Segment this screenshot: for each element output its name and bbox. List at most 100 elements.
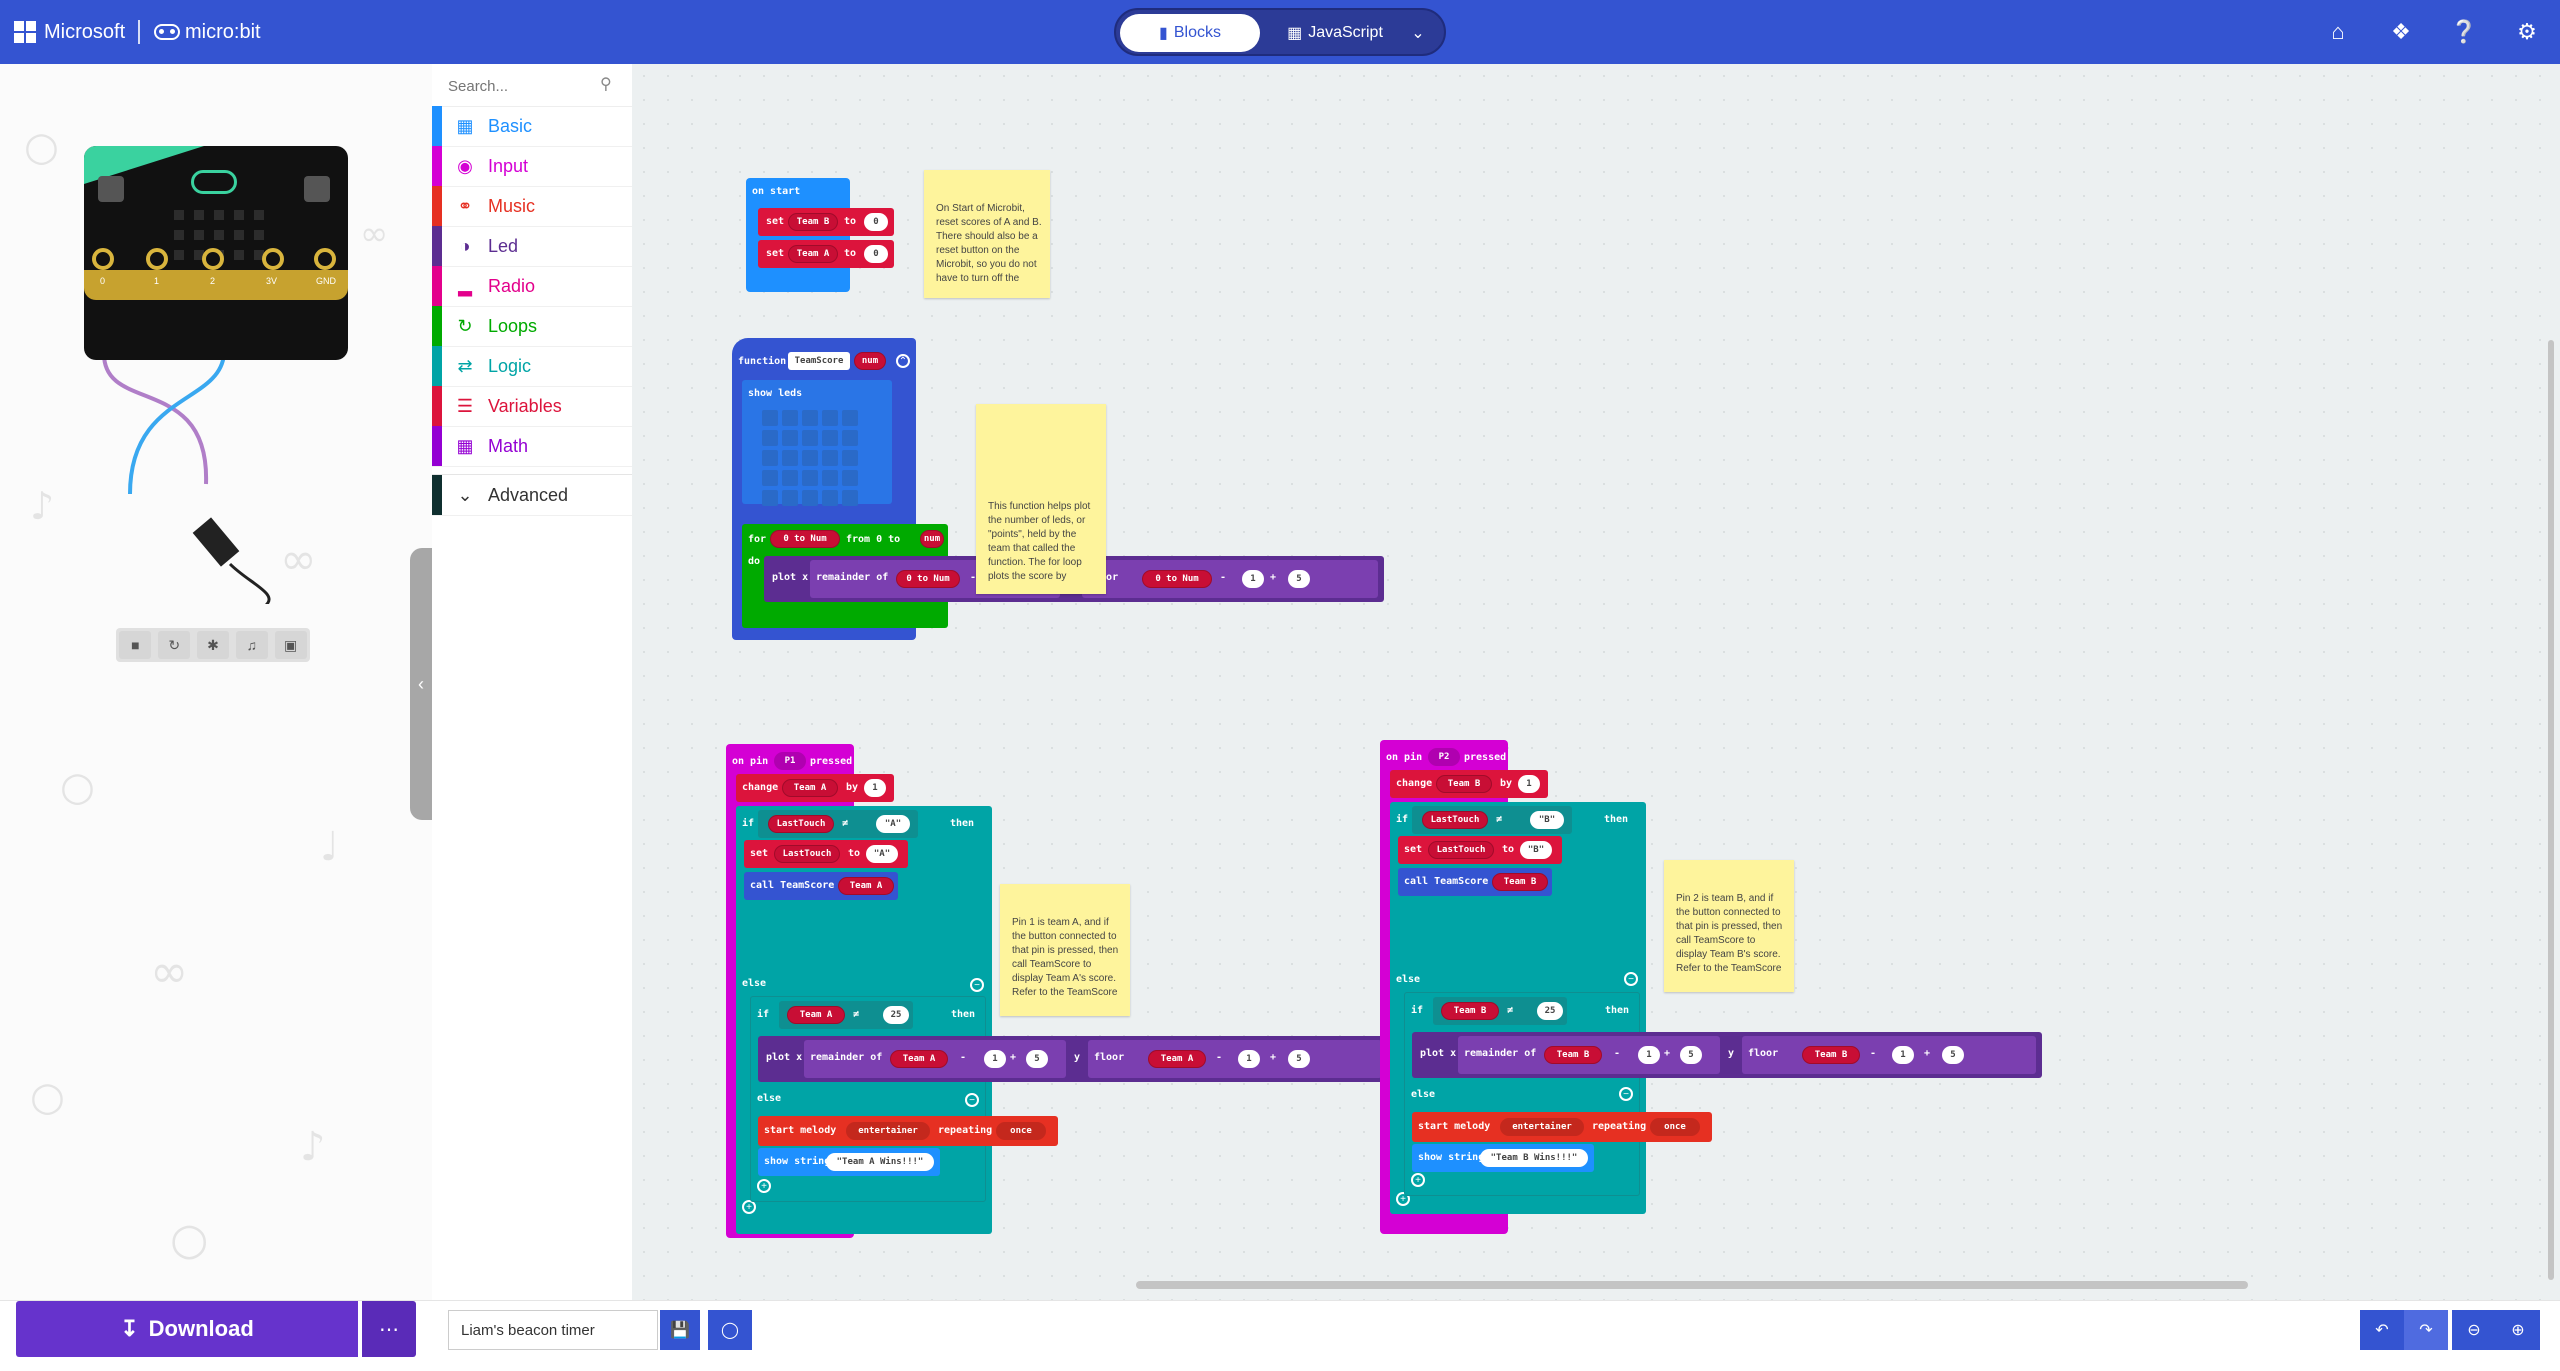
number-input[interactable]: 5 — [1288, 1050, 1310, 1068]
start-melody-block[interactable]: start melody entertainer repeating once — [758, 1116, 1058, 1146]
number-input[interactable]: 5 — [1288, 570, 1310, 588]
floor-block[interactable]: floor Team B - 1 + 5 — [1742, 1036, 2036, 1074]
number-input[interactable]: 1 — [1242, 570, 1264, 588]
pin-3v[interactable] — [262, 248, 284, 270]
add-else-icon[interactable]: + — [742, 1200, 756, 1214]
variable-dropdown[interactable]: LastTouch — [1422, 811, 1488, 829]
function-name-input[interactable]: TeamScore — [788, 352, 850, 370]
variable-dropdown[interactable]: Team B — [1492, 873, 1548, 891]
set-lasttouch-block[interactable]: set LastTouch to "A" — [744, 840, 908, 868]
plot-block[interactable]: plot x remainder of Team B - 1 + 5 y flo… — [1412, 1032, 2042, 1078]
language-dropdown-button[interactable]: ⌄ — [1400, 14, 1436, 52]
set-lasttouch-block[interactable]: set LastTouch to "B" — [1398, 836, 1562, 864]
toolbox-category-radio[interactable]: ▂ Radio — [432, 266, 632, 307]
toolbox-category-basic[interactable]: ▦ Basic — [432, 106, 632, 147]
settings-button[interactable]: ⚙ — [2511, 16, 2543, 48]
restart-button[interactable]: ↻ — [158, 631, 191, 659]
pin-gnd[interactable] — [314, 248, 336, 270]
set-team-a-block[interactable]: set Team A — [758, 240, 850, 268]
compare-block[interactable]: Team B ≠ 25 — [1433, 997, 1567, 1025]
parameter-pill[interactable]: num — [854, 352, 886, 370]
text-input[interactable]: "B" — [1520, 841, 1552, 859]
repeat-dropdown[interactable]: once — [1650, 1118, 1700, 1136]
help-button[interactable]: ❔ — [2448, 16, 2480, 48]
remove-else-icon[interactable]: − — [970, 978, 984, 992]
variable-dropdown[interactable]: 0 to Num — [1142, 570, 1212, 588]
pin-1[interactable] — [146, 248, 168, 270]
toolbox-category-math[interactable]: ▦ Math — [432, 426, 632, 467]
comment-note[interactable]: This function helps plot the number of l… — [976, 404, 1106, 594]
share-button[interactable]: ❖ — [2385, 16, 2417, 48]
comment-note[interactable]: Pin 1 is team A, and if the button conne… — [1000, 884, 1130, 1016]
number-input[interactable]: 1 — [864, 779, 886, 797]
variable-dropdown[interactable]: Team A — [788, 245, 838, 263]
compare-block[interactable]: Team A ≠ 25 — [779, 1001, 913, 1029]
floor-block[interactable]: floor 0 to Num - 1 + 5 — [1082, 560, 1378, 598]
number-input[interactable]: 25 — [1537, 1002, 1563, 1020]
number-input[interactable]: 0 — [864, 245, 888, 263]
redo-button[interactable]: ↷ — [2404, 1310, 2448, 1350]
add-else-icon[interactable]: + — [757, 1179, 771, 1193]
number-input[interactable]: 1 — [1518, 775, 1540, 793]
number-input[interactable]: 5 — [1680, 1046, 1702, 1064]
variable-dropdown[interactable]: Team A — [1148, 1050, 1206, 1068]
text-input[interactable]: "A" — [866, 845, 898, 863]
number-input[interactable]: 5 — [1026, 1050, 1048, 1068]
undo-button[interactable]: ↶ — [2360, 1310, 2404, 1350]
led-editor-grid[interactable] — [762, 410, 858, 506]
show-string-block[interactable]: show string "Team B Wins!!!" — [1412, 1144, 1594, 1172]
param-reference[interactable]: num — [920, 530, 944, 548]
variable-dropdown[interactable]: Team B — [1544, 1046, 1602, 1064]
comment-note[interactable]: Pin 2 is team B, and if the button conne… — [1664, 860, 1794, 992]
melody-dropdown[interactable]: entertainer — [1500, 1118, 1584, 1136]
remove-else-icon[interactable]: − — [965, 1093, 979, 1107]
variable-dropdown[interactable]: LastTouch — [1428, 841, 1494, 859]
repeat-dropdown[interactable]: once — [996, 1122, 1046, 1140]
download-button[interactable]: ↧ Download — [16, 1301, 358, 1357]
github-button[interactable]: ◯ — [708, 1310, 752, 1350]
download-options-button[interactable]: ⋯ — [362, 1301, 416, 1357]
toolbox-category-variables[interactable]: ☰ Variables — [432, 386, 632, 427]
variable-dropdown[interactable]: Team B — [788, 213, 838, 231]
variable-dropdown[interactable]: Team A — [782, 779, 838, 797]
add-else-icon[interactable]: + — [1411, 1173, 1425, 1187]
pin-0[interactable] — [92, 248, 114, 270]
set-team-b-block[interactable]: set Team B — [758, 208, 850, 236]
zoom-in-button[interactable]: ⊕ — [2496, 1310, 2540, 1350]
toolbox-category-loops[interactable]: ↻ Loops — [432, 306, 632, 347]
comment-note[interactable]: On Start of Microbit, reset scores of A … — [924, 170, 1050, 298]
text-input[interactable]: "B" — [1530, 811, 1564, 829]
variable-dropdown[interactable]: Team B — [1802, 1046, 1860, 1064]
search-input[interactable] — [446, 74, 600, 98]
melody-dropdown[interactable]: entertainer — [846, 1122, 930, 1140]
compare-block[interactable]: LastTouch ≠ "A" — [758, 810, 918, 838]
stop-button[interactable]: ■ — [119, 631, 152, 659]
fullscreen-button[interactable]: ▣ — [274, 631, 307, 659]
tab-javascript[interactable]: ▦ JavaScript — [1276, 14, 1394, 52]
toolbox-category-led[interactable]: ◑ Led — [432, 226, 632, 267]
project-name-input[interactable] — [448, 1310, 658, 1350]
pin-2[interactable] — [202, 248, 224, 270]
home-button[interactable]: ⌂ — [2322, 16, 2354, 48]
toolbox-category-music[interactable]: ⚭ Music — [432, 186, 632, 227]
pin-dropdown[interactable]: P2 — [1428, 748, 1460, 766]
variable-dropdown[interactable]: Team B — [1441, 1002, 1499, 1020]
variable-dropdown[interactable]: LastTouch — [774, 845, 840, 863]
debug-button[interactable]: ✱ — [196, 631, 229, 659]
compare-block[interactable]: LastTouch ≠ "B" — [1412, 806, 1572, 834]
variable-dropdown[interactable]: Team B — [1436, 775, 1492, 793]
text-input[interactable]: "A" — [876, 815, 910, 833]
variable-dropdown[interactable]: LastTouch — [768, 815, 834, 833]
blocks-workspace[interactable]: on start set Team B to 0 set Team A to 0… — [632, 64, 2560, 1300]
collapse-simulator-button[interactable]: ‹ — [410, 548, 432, 820]
toolbox-category-input[interactable]: ◉ Input — [432, 146, 632, 187]
toolbox-category-advanced[interactable]: ⌄ Advanced — [432, 474, 632, 516]
number-input[interactable]: 5 — [1942, 1046, 1964, 1064]
button-b[interactable] — [304, 176, 330, 202]
change-score-block[interactable]: change Team A by 1 — [736, 774, 894, 802]
toolbox-category-logic[interactable]: ⇄ Logic — [432, 346, 632, 387]
variable-dropdown[interactable]: Team A — [838, 877, 894, 895]
call-teamscore-block[interactable]: call TeamScore Team A — [744, 872, 898, 900]
zoom-out-button[interactable]: ⊖ — [2452, 1310, 2496, 1350]
number-input[interactable]: 1 — [984, 1050, 1006, 1068]
